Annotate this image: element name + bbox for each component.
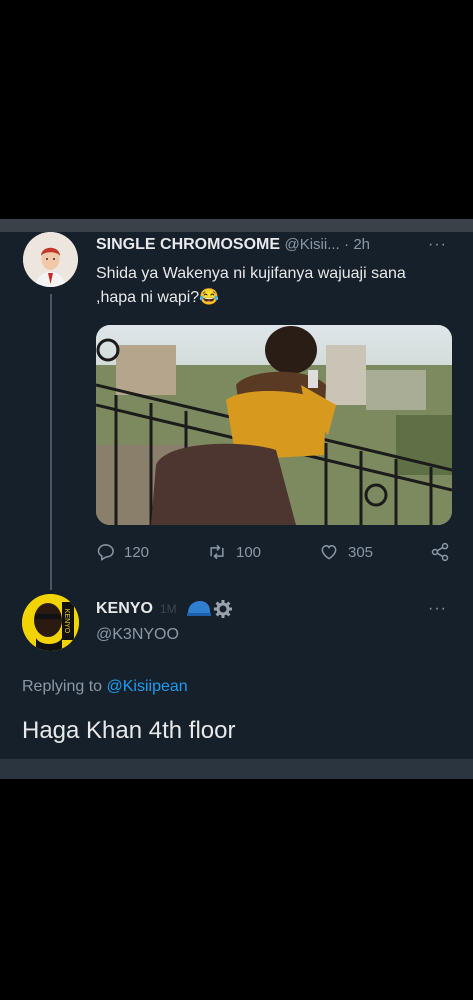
helmet-icon [187,601,211,616]
tweet-thread: SINGLE CHROMOSOME @Kisii... · 2h ··· Shi… [0,232,473,759]
reply-more-icon[interactable]: ··· [428,600,447,618]
bottom-divider [0,759,473,779]
gear-icon [214,600,232,618]
replying-label: Replying to [22,678,107,695]
author-avatar[interactable] [23,232,78,287]
reply-icon [97,544,114,561]
reply-button[interactable]: 120 [96,542,149,562]
replying-handle-link[interactable]: @Kisiipean [107,678,188,695]
author-handle[interactable]: @Kisii... [284,236,339,253]
like-icon [321,544,337,560]
tweet-photo[interactable] [96,325,452,525]
faint-badge: 1M [160,602,177,616]
reply-author-handle[interactable]: @K3NYOO [96,626,179,644]
reply-text: Haga Khan 4th floor [22,717,236,744]
tweet-time[interactable]: · 2h [344,236,370,253]
replying-to: Replying to @Kisiipean [22,678,188,696]
retweet-count: 100 [236,543,262,561]
laughing-emoji: 😂 [199,289,220,306]
reply-author-name[interactable]: KENYO [96,600,153,618]
tweet-actions: 120 100 305 [96,542,456,566]
author-name[interactable]: SINGLE CHROMOSOME [96,236,280,253]
like-button[interactable]: 305 [318,542,373,562]
more-icon[interactable]: ··· [428,236,447,254]
tweet-text-line2: ,hapa ni wapi? [96,289,200,306]
profile-badges [186,598,234,625]
retweet-icon [210,544,224,560]
like-count: 305 [348,543,374,561]
share-button[interactable] [430,542,450,562]
tweet-header: SINGLE CHROMOSOME @Kisii... · 2h [96,236,466,258]
top-divider [0,219,473,232]
svg-text:KENYO: KENYO [63,609,70,634]
tweet-text-line1: Shida ya Wakenya ni kujifanya wajuaji sa… [96,265,406,282]
reply-author-avatar[interactable]: KENYO [22,594,79,651]
reply-count: 120 [124,543,150,561]
share-icon [431,542,449,562]
thread-connector [50,294,52,590]
tweet-text: Shida ya Wakenya ni kujifanya wajuaji sa… [96,262,456,310]
retweet-button[interactable]: 100 [206,542,261,562]
